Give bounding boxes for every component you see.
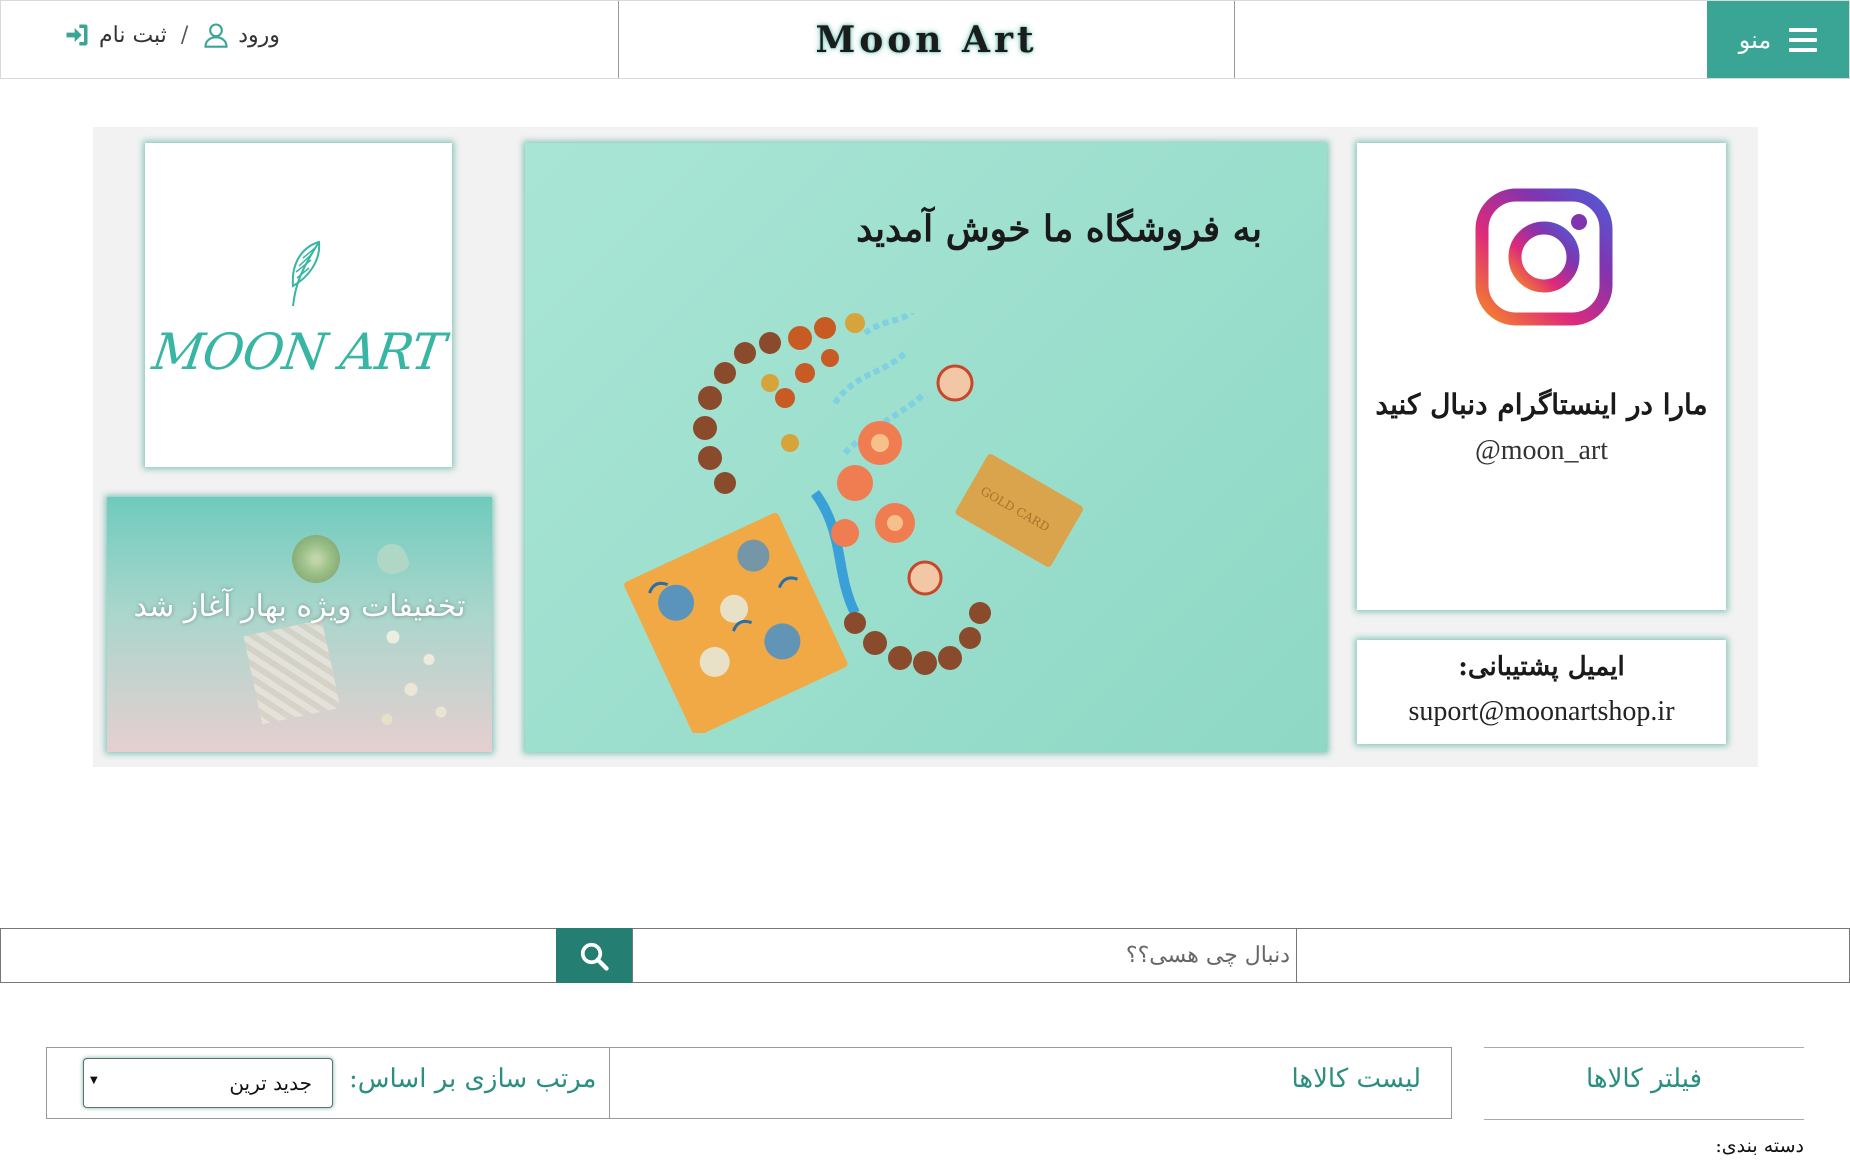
welcome-heading: به فروشگاه ما خوش آمدید: [856, 208, 1262, 250]
leaf-icon: [291, 240, 321, 307]
jewelry-image: GOLD CARD: [624, 313, 1083, 733]
auth-area: ثبت نام / ورود: [1, 1, 618, 78]
auth-separator: /: [180, 22, 189, 48]
search-input[interactable]: [632, 928, 1297, 983]
user-icon[interactable]: [202, 21, 230, 49]
logo-card: MOON ART: [145, 143, 452, 467]
search-bar: [0, 928, 1850, 983]
dropdown-arrow-icon: ▼: [90, 1075, 98, 1086]
list-bar-divider: [609, 1048, 610, 1118]
instagram-follow-text: مارا در اینستاگرام دنبال کنید: [1375, 388, 1708, 421]
login-link[interactable]: ورود: [238, 23, 280, 48]
main-banner[interactable]: به فروشگاه ما خوش آمدید GOLD CARD: [525, 143, 1327, 752]
promo-heart-image: [372, 539, 412, 579]
product-list-bar: ▼ جدید ترین مرتب سازی بر اساس: لیست کالا…: [46, 1047, 1452, 1119]
auth-links: ثبت نام / ورود: [63, 21, 280, 49]
support-label: ایمیل پشتیبانی:: [1458, 652, 1625, 682]
logo-text: MOON ART: [148, 323, 449, 381]
sort-dropdown[interactable]: ▼ جدید ترین: [83, 1058, 333, 1108]
instagram-icon[interactable]: [1475, 188, 1613, 326]
promo-banner[interactable]: تخفیفات ویژه بهار آغاز شد: [107, 497, 492, 752]
instagram-handle[interactable]: @moon_art: [1357, 435, 1726, 467]
promo-text: تخفیفات ویژه بهار آغاز شد: [133, 589, 466, 624]
instagram-card[interactable]: مارا در اینستاگرام دنبال کنید @moon_art: [1357, 143, 1726, 610]
site-header: ثبت نام / ورود Moon Art منو: [0, 0, 1850, 79]
register-link[interactable]: ثبت نام: [99, 23, 167, 48]
filter-title: فیلتر کالاها: [1585, 1064, 1703, 1094]
sort-label: مرتب سازی بر اساس:: [349, 1064, 597, 1094]
support-card: ایمیل پشتیبانی: suport@moonartshop.ir: [1357, 640, 1726, 744]
sort-selected-value: جدید ترین: [229, 1071, 312, 1095]
search-button[interactable]: [556, 928, 632, 983]
site-title[interactable]: Moon Art: [815, 19, 1037, 61]
support-email[interactable]: suport@moonartshop.ir: [1357, 696, 1726, 728]
category-label: دسته بندی:: [1715, 1135, 1804, 1157]
promo-gift-image: [243, 619, 341, 725]
product-list-title: لیست کالاها: [1291, 1064, 1421, 1094]
hero-section: MOON ART تخفیفات ویژه بهار آغاز شد به فر…: [93, 127, 1758, 767]
menu-button[interactable]: منو: [1707, 1, 1849, 78]
site-title-cell: Moon Art: [618, 1, 1235, 78]
promo-disc-image: [292, 535, 340, 583]
hamburger-icon: [1789, 27, 1818, 52]
filter-panel-header: فیلتر کالاها: [1484, 1047, 1804, 1120]
sign-in-icon[interactable]: [63, 21, 91, 49]
search-icon: [580, 942, 609, 971]
promo-flowers-image: [357, 607, 477, 752]
menu-label: منو: [1738, 25, 1772, 54]
